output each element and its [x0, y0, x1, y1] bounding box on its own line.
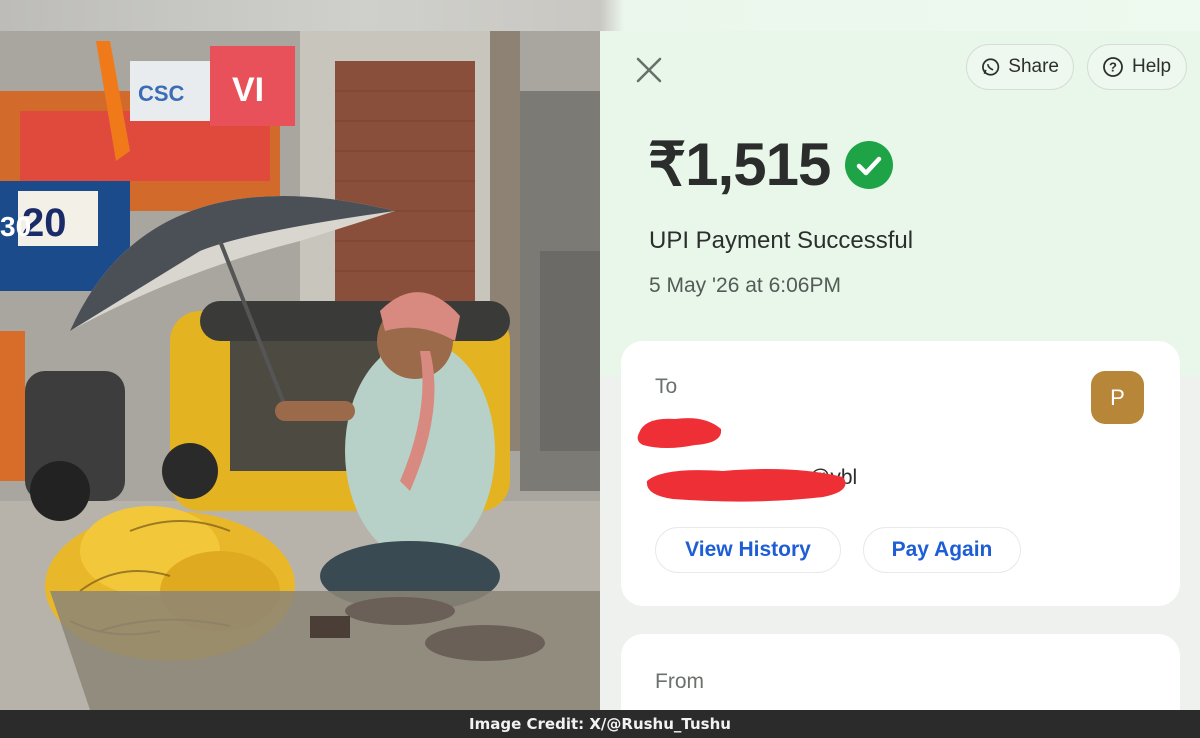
help-icon: ? [1103, 57, 1123, 77]
banana-vendor-photo: 20 30 VI CSC [0, 31, 600, 710]
whatsapp-icon [982, 58, 1000, 76]
from-label: From [655, 670, 704, 693]
recipient-card: To P @ybl View History Pay Again [621, 341, 1180, 606]
payment-amount: ₹1,515 [648, 131, 831, 198]
image-credit: Image Credit: X/@Rushu_Tushu [469, 715, 731, 733]
top-blurred-strip [0, 0, 1200, 31]
pay-again-button[interactable]: Pay Again [863, 527, 1021, 573]
success-check-icon [845, 141, 894, 189]
share-label: Share [1008, 56, 1059, 77]
shop-sign-csc: CSC [138, 81, 185, 106]
help-label: Help [1132, 56, 1172, 77]
payment-timestamp: 5 May '26 at 6:06PM [649, 274, 841, 297]
amount-row: ₹1,515 [648, 135, 894, 195]
close-button[interactable] [630, 51, 668, 89]
recipient-upi-redacted [646, 469, 846, 502]
payment-receipt-panel: Share ? Help ₹1,515 UPI Payment Successf… [600, 31, 1200, 710]
payment-status: UPI Payment Successful [649, 227, 914, 254]
price-board-30: 30 [0, 211, 31, 242]
close-icon [636, 57, 662, 83]
help-button[interactable]: ? Help [1087, 44, 1187, 90]
to-label: To [655, 375, 678, 398]
share-button[interactable]: Share [966, 44, 1074, 90]
image-credit-bar: Image Credit: X/@Rushu_Tushu [0, 710, 1200, 738]
sender-card: From [621, 634, 1180, 710]
avatar: P [1091, 371, 1144, 424]
svg-text:?: ? [1109, 60, 1117, 75]
shop-sign-vi: VI [232, 71, 264, 109]
view-history-button[interactable]: View History [655, 527, 841, 573]
recipient-name-redacted [637, 418, 722, 448]
